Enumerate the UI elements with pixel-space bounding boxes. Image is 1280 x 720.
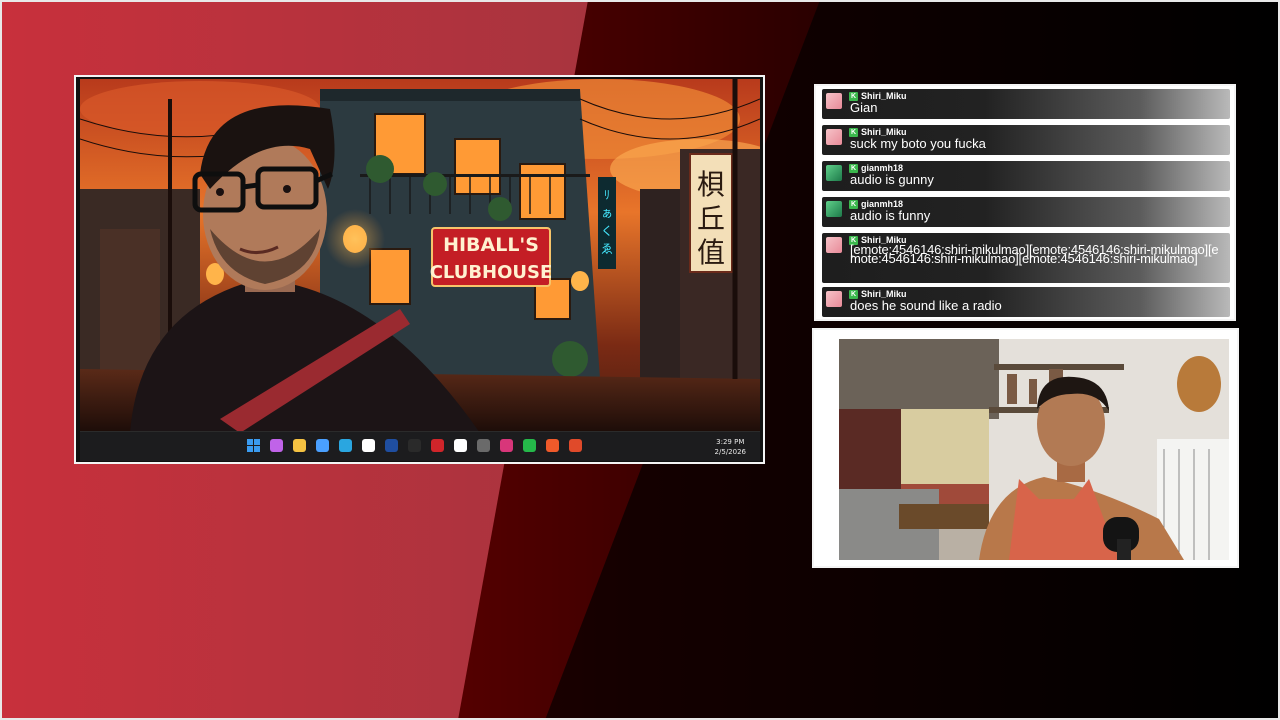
chat-message-text: audio is funny — [850, 208, 931, 223]
copilot-icon[interactable] — [270, 439, 283, 452]
windows-taskbar: 3:29 PM 2/5/2026 — [80, 431, 760, 461]
user-avatar — [826, 129, 842, 145]
webcam-panel — [812, 328, 1239, 568]
user-avatar — [826, 165, 842, 181]
chat-message: K Shiri_Miku Gian — [822, 89, 1230, 119]
chat-overlay: K Shiri_Miku Gian K Shiri_Miku suck my boto y… — [814, 84, 1236, 321]
user-avatar — [826, 237, 842, 253]
windows-start-icon[interactable] — [247, 439, 260, 452]
vertical-sign-text: 梖丘值 — [697, 168, 725, 269]
chat-message: K Shiri_Miku [emote:4546146:shiri-mikulmao… — [822, 233, 1230, 283]
instagram-icon[interactable] — [500, 439, 513, 452]
chat-message-text: Gian — [850, 100, 878, 115]
edge-browser-icon[interactable] — [339, 439, 352, 452]
system-clock[interactable]: 3:29 PM 2/5/2026 — [715, 437, 746, 457]
chat-message-text: does he sound like a radio — [850, 298, 1002, 313]
app-icon[interactable] — [454, 439, 467, 452]
obs-icon[interactable] — [477, 439, 490, 452]
chat-message: K Shiri_Miku suck my boto you fucka — [822, 125, 1230, 155]
user-avatar — [826, 201, 842, 217]
notepad-icon[interactable] — [316, 439, 329, 452]
mcafee-icon[interactable] — [431, 439, 444, 452]
chat-message: Kgianmh18 audio is gunny — [822, 161, 1230, 191]
steam-icon[interactable] — [385, 439, 398, 452]
epic-games-icon[interactable] — [408, 439, 421, 452]
screen-capture-panel: HIBALL'S CLUBHOUSE 梖丘值 ﾘぁくゑ 3:29 PM 2/5/… — [74, 75, 765, 464]
chat-message: K Shiri_Miku does he sound like a radio — [822, 287, 1230, 317]
chat-message-text: [emote:4546146:shiri-mikulmao][emote:454… — [850, 242, 1219, 266]
sign-line-2: CLUBHOUSE — [430, 262, 553, 283]
chrome-icon[interactable] — [546, 439, 559, 452]
user-avatar — [826, 93, 842, 109]
desktop-wallpaper: HIBALL'S CLUBHOUSE 梖丘值 ﾘぁくゑ — [80, 79, 760, 460]
clock-time: 3:29 PM — [716, 438, 745, 446]
user-avatar — [826, 291, 842, 307]
capcut-icon[interactable] — [362, 439, 375, 452]
chat-message: Kgianmh18 audio is funny — [822, 197, 1230, 227]
chat-message-text: suck my boto you fucka — [850, 136, 986, 151]
clock-date: 2/5/2026 — [714, 448, 746, 456]
news-icon[interactable] — [569, 439, 582, 452]
whatsapp-icon[interactable] — [523, 439, 536, 452]
sign-line-1: HIBALL'S — [443, 234, 539, 256]
chat-message-text: audio is gunny — [850, 172, 934, 187]
webcam-feed — [839, 339, 1229, 560]
file-explorer-icon[interactable] — [293, 439, 306, 452]
